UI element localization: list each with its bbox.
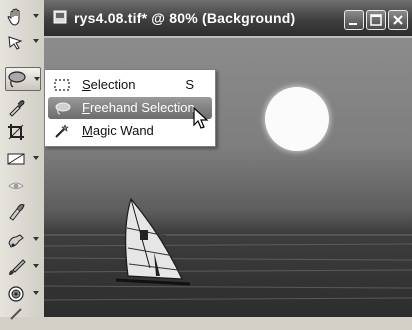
image-window: rys4.08.tif* @ 80% (Background) (44, 0, 412, 317)
selection-tool-button[interactable] (5, 67, 41, 91)
lasso-icon (55, 102, 71, 115)
clone-tool-button[interactable] (5, 228, 41, 252)
crop-icon (8, 124, 24, 140)
maximize-icon (370, 14, 382, 26)
chevron-down-icon[interactable] (33, 237, 39, 241)
menu-item-label: reehand Selection (89, 100, 195, 115)
straighten-tool-button[interactable] (5, 147, 41, 171)
magic-wand-icon (55, 124, 69, 138)
menu-item-selection[interactable]: Selection S (48, 74, 212, 96)
windsurfer (115, 197, 191, 286)
makeover-icon (9, 204, 25, 221)
chevron-down-icon[interactable] (33, 291, 39, 295)
close-button[interactable] (388, 10, 408, 30)
lighten-tool-button[interactable] (5, 282, 41, 306)
smudge-tool-button[interactable] (5, 306, 41, 330)
makeover-tool-button[interactable] (5, 200, 41, 224)
brush-tool-button[interactable] (5, 255, 41, 279)
pick-tool-button[interactable] (5, 30, 41, 54)
pan-tool-button[interactable] (5, 5, 41, 29)
window-titlebar[interactable]: rys4.08.tif* @ 80% (Background) (44, 0, 412, 38)
eyedropper-icon (9, 100, 25, 117)
minimize-button[interactable] (344, 10, 364, 30)
close-icon (393, 15, 403, 25)
eye-icon (8, 182, 24, 189)
tool-palette (0, 0, 45, 320)
chevron-down-icon[interactable] (33, 39, 39, 43)
menu-item-shortcut: S (185, 77, 194, 92)
marquee-icon (54, 79, 70, 91)
straighten-icon (7, 153, 25, 165)
chevron-down-icon[interactable] (33, 264, 39, 268)
pointer-icon (8, 36, 23, 50)
menu-item-label: election (90, 77, 136, 92)
target-icon (8, 286, 24, 302)
selection-flyout-menu: Selection S Freehand Selection Magic Wan… (44, 69, 216, 147)
menu-item-label-mnemonic: F (82, 100, 90, 115)
brush-icon (9, 259, 26, 275)
minimize-icon (349, 23, 357, 25)
eyedropper-tool-button[interactable] (5, 95, 41, 119)
menu-item-label-mnemonic: M (82, 123, 93, 138)
hand-icon (7, 8, 20, 26)
chevron-down-icon[interactable] (34, 77, 40, 81)
lasso-icon (8, 71, 26, 88)
window-title: rys4.08.tif* @ 80% (Background) (74, 10, 296, 26)
smudge-icon (10, 308, 22, 320)
clone-icon (8, 234, 24, 248)
chevron-down-icon[interactable] (33, 156, 39, 160)
crop-tool-button[interactable] (5, 120, 41, 144)
chevron-down-icon[interactable] (33, 14, 39, 18)
menu-item-label-mnemonic: S (82, 77, 91, 92)
mouse-cursor-icon (193, 107, 209, 129)
red-eye-tool-button[interactable] (5, 174, 41, 198)
document-icon (53, 10, 67, 24)
menu-item-label: agic Wand (92, 123, 154, 138)
menu-item-freehand-selection[interactable]: Freehand Selection (48, 97, 212, 119)
menu-item-magic-wand[interactable]: Magic Wand (48, 120, 212, 142)
maximize-button[interactable] (366, 10, 386, 30)
